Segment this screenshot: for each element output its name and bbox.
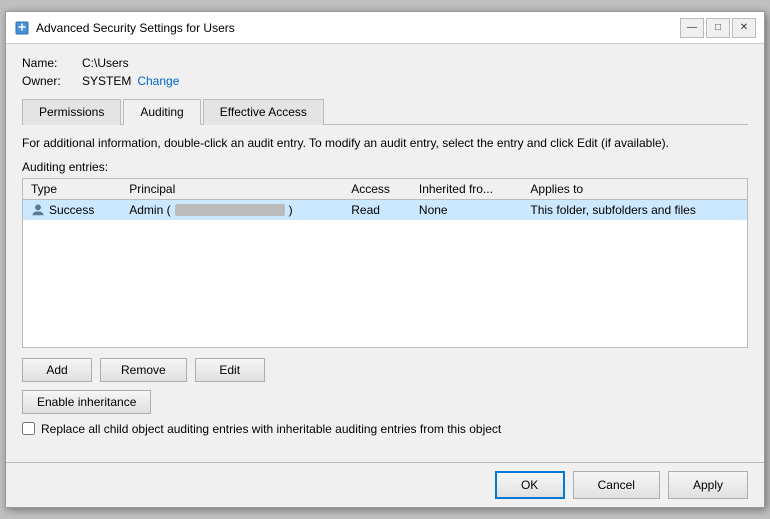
tab-auditing[interactable]: Auditing bbox=[123, 99, 200, 125]
cell-access: Read bbox=[343, 199, 411, 220]
owner-label: Owner: bbox=[22, 74, 82, 88]
tab-effective-access[interactable]: Effective Access bbox=[203, 99, 324, 125]
remove-button[interactable]: Remove bbox=[100, 358, 187, 382]
table-row[interactable]: Success Admin ( ) Read None This folder,… bbox=[23, 199, 747, 220]
apply-button[interactable]: Apply bbox=[668, 471, 748, 499]
edit-button[interactable]: Edit bbox=[195, 358, 265, 382]
tab-bar: Permissions Auditing Effective Access bbox=[22, 98, 748, 125]
close-button[interactable]: ✕ bbox=[732, 18, 756, 38]
cell-applies: This folder, subfolders and files bbox=[522, 199, 747, 220]
name-value: C:\Users bbox=[82, 56, 129, 70]
minimize-button[interactable]: — bbox=[680, 18, 704, 38]
name-label: Name: bbox=[22, 56, 82, 70]
replace-checkbox[interactable] bbox=[22, 422, 35, 435]
col-type: Type bbox=[23, 179, 121, 200]
ok-button[interactable]: OK bbox=[495, 471, 565, 499]
replace-checkbox-row: Replace all child object auditing entrie… bbox=[22, 422, 748, 436]
col-inherited: Inherited fro... bbox=[411, 179, 522, 200]
add-button[interactable]: Add bbox=[22, 358, 92, 382]
replace-checkbox-label: Replace all child object auditing entrie… bbox=[41, 422, 501, 436]
tab-permissions[interactable]: Permissions bbox=[22, 99, 121, 125]
enable-inheritance-button[interactable]: Enable inheritance bbox=[22, 390, 151, 414]
col-applies: Applies to bbox=[522, 179, 747, 200]
tab-description: For additional information, double-click… bbox=[22, 135, 748, 152]
window-title: Advanced Security Settings for Users bbox=[36, 21, 235, 35]
cancel-button[interactable]: Cancel bbox=[573, 471, 660, 499]
col-access: Access bbox=[343, 179, 411, 200]
window-icon bbox=[14, 20, 30, 36]
user-icon bbox=[31, 203, 45, 217]
owner-value: SYSTEM bbox=[82, 74, 131, 88]
maximize-button[interactable]: □ bbox=[706, 18, 730, 38]
main-window: Advanced Security Settings for Users — □… bbox=[5, 11, 765, 508]
header-row: Type Principal Access Inherited fro... A… bbox=[23, 179, 747, 200]
table-header: Type Principal Access Inherited fro... A… bbox=[23, 179, 747, 200]
owner-row: Owner: SYSTEM Change bbox=[22, 74, 748, 88]
change-link[interactable]: Change bbox=[137, 74, 179, 88]
action-buttons: Add Remove Edit bbox=[22, 358, 748, 382]
auditing-table: Type Principal Access Inherited fro... A… bbox=[23, 179, 747, 220]
table-body: Success Admin ( ) Read None This folder,… bbox=[23, 199, 747, 220]
title-bar: Advanced Security Settings for Users — □… bbox=[6, 12, 764, 44]
title-controls: — □ ✕ bbox=[680, 18, 756, 38]
cell-inherited: None bbox=[411, 199, 522, 220]
blurred-principal bbox=[175, 204, 285, 216]
auditing-table-container: Type Principal Access Inherited fro... A… bbox=[22, 178, 748, 348]
name-row: Name: C:\Users bbox=[22, 56, 748, 70]
col-principal: Principal bbox=[121, 179, 343, 200]
cell-type: Success bbox=[23, 199, 121, 220]
dialog-content: Name: C:\Users Owner: SYSTEM Change Perm… bbox=[6, 44, 764, 462]
auditing-entries-label: Auditing entries: bbox=[22, 160, 748, 174]
cell-principal: Admin ( ) bbox=[121, 199, 343, 220]
title-bar-left: Advanced Security Settings for Users bbox=[14, 20, 235, 36]
dialog-footer: OK Cancel Apply bbox=[6, 462, 764, 507]
